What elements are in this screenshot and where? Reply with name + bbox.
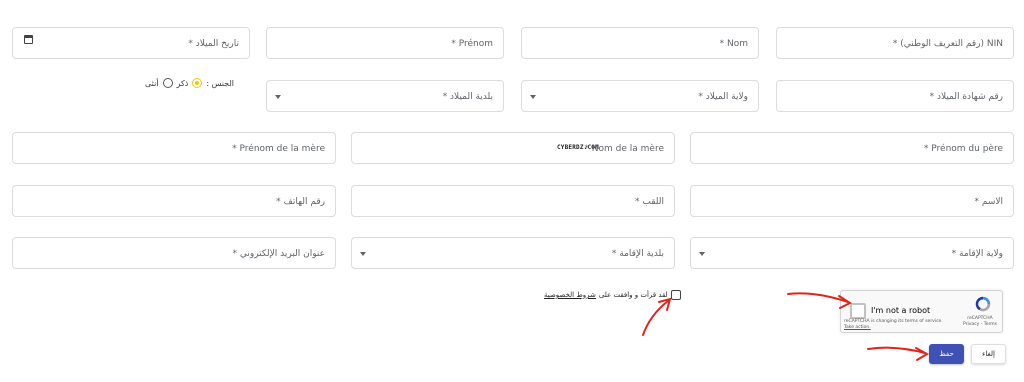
terms-checkbox[interactable] xyxy=(670,290,681,300)
chevron-down-icon xyxy=(530,95,536,99)
mother-prenom-label: * Prénom de la mère xyxy=(232,144,325,154)
terms-agreement: لقد قرأت و وافقت على شروط الخصوصية xyxy=(544,290,681,300)
nin-label: NIN (رقم التعريف الوطني) * xyxy=(892,39,1003,49)
recaptcha-label: I'm not a robot xyxy=(871,306,931,315)
recaptcha-widget: I'm not a robot reCAPTCHA is changing it… xyxy=(840,290,1003,333)
birth-certificate-field[interactable]: رقم شهادة الميلاد * xyxy=(776,80,1014,112)
residence-commune-select[interactable]: بلدية الإقامة * xyxy=(351,237,675,269)
first-name-ar-field[interactable]: الاسم * xyxy=(690,185,1014,217)
chevron-down-icon xyxy=(360,252,366,256)
gender-female-label: أنثى xyxy=(145,78,159,88)
arrow-to-terms-icon xyxy=(642,300,669,336)
birth-certificate-label: رقم شهادة الميلاد * xyxy=(929,92,1003,102)
arrow-to-captcha-icon xyxy=(787,292,849,303)
nin-field[interactable]: NIN (رقم التعريف الوطني) * xyxy=(776,27,1014,59)
mother-nom-label: * Nom de la mère xyxy=(584,144,664,154)
birth-commune-label: بلدية الميلاد * xyxy=(442,92,493,102)
mother-nom-field[interactable]: CYBERDZ.COM * Nom de la mère xyxy=(351,132,675,164)
birth-commune-select[interactable]: بلدية الميلاد * xyxy=(266,80,504,112)
birth-wilaya-label: ولاية الميلاد * xyxy=(698,92,748,102)
gender-male-radio[interactable] xyxy=(192,78,203,88)
residence-wilaya-select[interactable]: ولاية الإقامة * xyxy=(690,237,1014,269)
chevron-down-icon xyxy=(275,95,281,99)
nom-field[interactable]: * Nom xyxy=(521,27,759,59)
gender-female-radio[interactable] xyxy=(162,78,173,88)
recaptcha-privacy-terms-link[interactable]: Privacy - Terms xyxy=(962,322,998,328)
recaptcha-brand: reCAPTCHA Privacy - Terms xyxy=(962,316,998,328)
first-name-ar-label: الاسم * xyxy=(974,197,1003,207)
last-name-ar-field[interactable]: اللقب * xyxy=(351,185,675,217)
phone-label: رقم الهاتف * xyxy=(276,197,325,207)
gender-group: الجنس : ذكر أنثى xyxy=(145,78,234,88)
prenom-label: * Prénom xyxy=(451,39,493,49)
mother-prenom-field[interactable]: * Prénom de la mère xyxy=(12,132,336,164)
father-prenom-label: * Prénom du père xyxy=(923,144,1003,154)
nom-label: * Nom xyxy=(719,39,748,49)
residence-commune-label: بلدية الإقامة * xyxy=(611,249,664,259)
terms-text: لقد قرأت و وافقت على xyxy=(598,291,668,299)
cancel-button[interactable]: إلغاء xyxy=(971,344,1006,364)
phone-field[interactable]: رقم الهاتف * xyxy=(12,185,336,217)
email-label: عنوان البريد الإلكتروني * xyxy=(232,249,325,259)
save-button[interactable]: حفظ xyxy=(929,344,964,364)
father-prenom-field[interactable]: * Prénom du père xyxy=(690,132,1014,164)
recaptcha-logo-icon xyxy=(975,296,991,312)
arrow-to-save-icon xyxy=(867,346,926,354)
recaptcha-checkbox[interactable] xyxy=(850,303,866,319)
privacy-terms-link[interactable]: شروط الخصوصية xyxy=(544,291,596,299)
gender-male-label: ذكر xyxy=(176,78,189,88)
calendar-icon[interactable] xyxy=(24,35,33,44)
prenom-field[interactable]: * Prénom xyxy=(266,27,504,59)
arrow-to-save-head-icon xyxy=(915,347,930,361)
chevron-down-icon xyxy=(699,252,705,256)
birth-date-field[interactable]: تاريخ الميلاد * xyxy=(12,27,250,59)
birth-wilaya-select[interactable]: ولاية الميلاد * xyxy=(521,80,759,112)
recaptcha-notice: reCAPTCHA is changing its terms of servi… xyxy=(844,319,943,331)
birth-date-label: تاريخ الميلاد * xyxy=(188,39,239,49)
residence-wilaya-label: ولاية الإقامة * xyxy=(951,249,1003,259)
last-name-ar-label: اللقب * xyxy=(635,197,664,207)
recaptcha-take-action-link[interactable]: Take action. xyxy=(844,325,943,331)
email-field[interactable]: عنوان البريد الإلكتروني * xyxy=(12,237,336,269)
arrow-to-terms-head-icon xyxy=(658,297,672,311)
gender-label: الجنس : xyxy=(206,78,235,88)
